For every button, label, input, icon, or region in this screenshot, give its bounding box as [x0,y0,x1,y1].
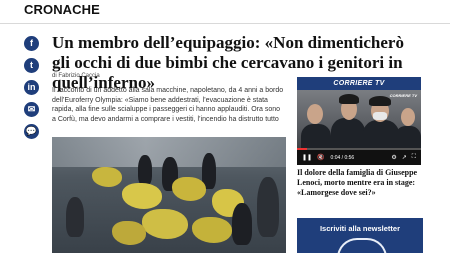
photo-blanket [122,183,162,209]
video-caption-link[interactable]: Il dolore della famiglia di Giuseppe Len… [297,168,423,199]
fullscreen-icon[interactable]: ⛶ [412,154,416,161]
video-player[interactable]: CORRIERE TV CORRIERE TV ❚❚ 🔇 0:04 / 0:56… [297,77,421,165]
photo-person [66,197,84,237]
section-title[interactable]: CRONACHE [24,2,100,17]
mute-icon[interactable]: 🔇 [317,154,324,161]
video-frame [297,90,421,154]
linkedin-icon[interactable]: in [24,80,39,95]
video-person [369,96,391,106]
article-byline[interactable]: di Fabrizio Caccia [52,73,100,79]
photo-person [138,155,152,185]
email-icon[interactable]: ✉ [24,102,39,117]
video-brand-bar: CORRIERE TV [297,77,421,90]
video-person [307,104,323,124]
video-person [339,94,359,104]
newsletter-title: Iscriviti alla newsletter [319,224,401,233]
photo-blanket [142,209,188,239]
photo-blanket [92,167,122,187]
photo-blanket [192,217,232,243]
video-person [401,108,415,126]
photo-person [257,177,279,237]
facebook-icon[interactable]: f [24,36,39,51]
newsletter-art [337,238,387,253]
header-divider [0,23,450,24]
social-share-bar: f t in ✉ 💬 [24,36,40,146]
video-controls: ❚❚ 🔇 0:04 / 0:56 ⚙ ↗ ⛶ [297,150,421,165]
comments-icon[interactable]: 💬 [24,124,39,139]
settings-icon[interactable]: ⚙ [391,154,396,161]
video-watermark: CORRIERE TV [389,93,417,98]
video-person [331,118,365,152]
article-lead: Il racconto di un addetto alla sala macc… [52,87,284,123]
photo-blanket [112,221,146,245]
video-time: 0:04 / 0:56 [330,154,355,161]
photo-blanket [172,177,206,201]
twitter-icon[interactable]: t [24,58,39,73]
newsletter-banner[interactable]: Iscriviti alla newsletter [297,218,423,253]
article-photo [52,137,286,253]
share-icon[interactable]: ↗ [402,154,407,161]
photo-person [232,203,252,245]
pause-icon[interactable]: ❚❚ [302,154,312,161]
video-person [373,112,387,120]
